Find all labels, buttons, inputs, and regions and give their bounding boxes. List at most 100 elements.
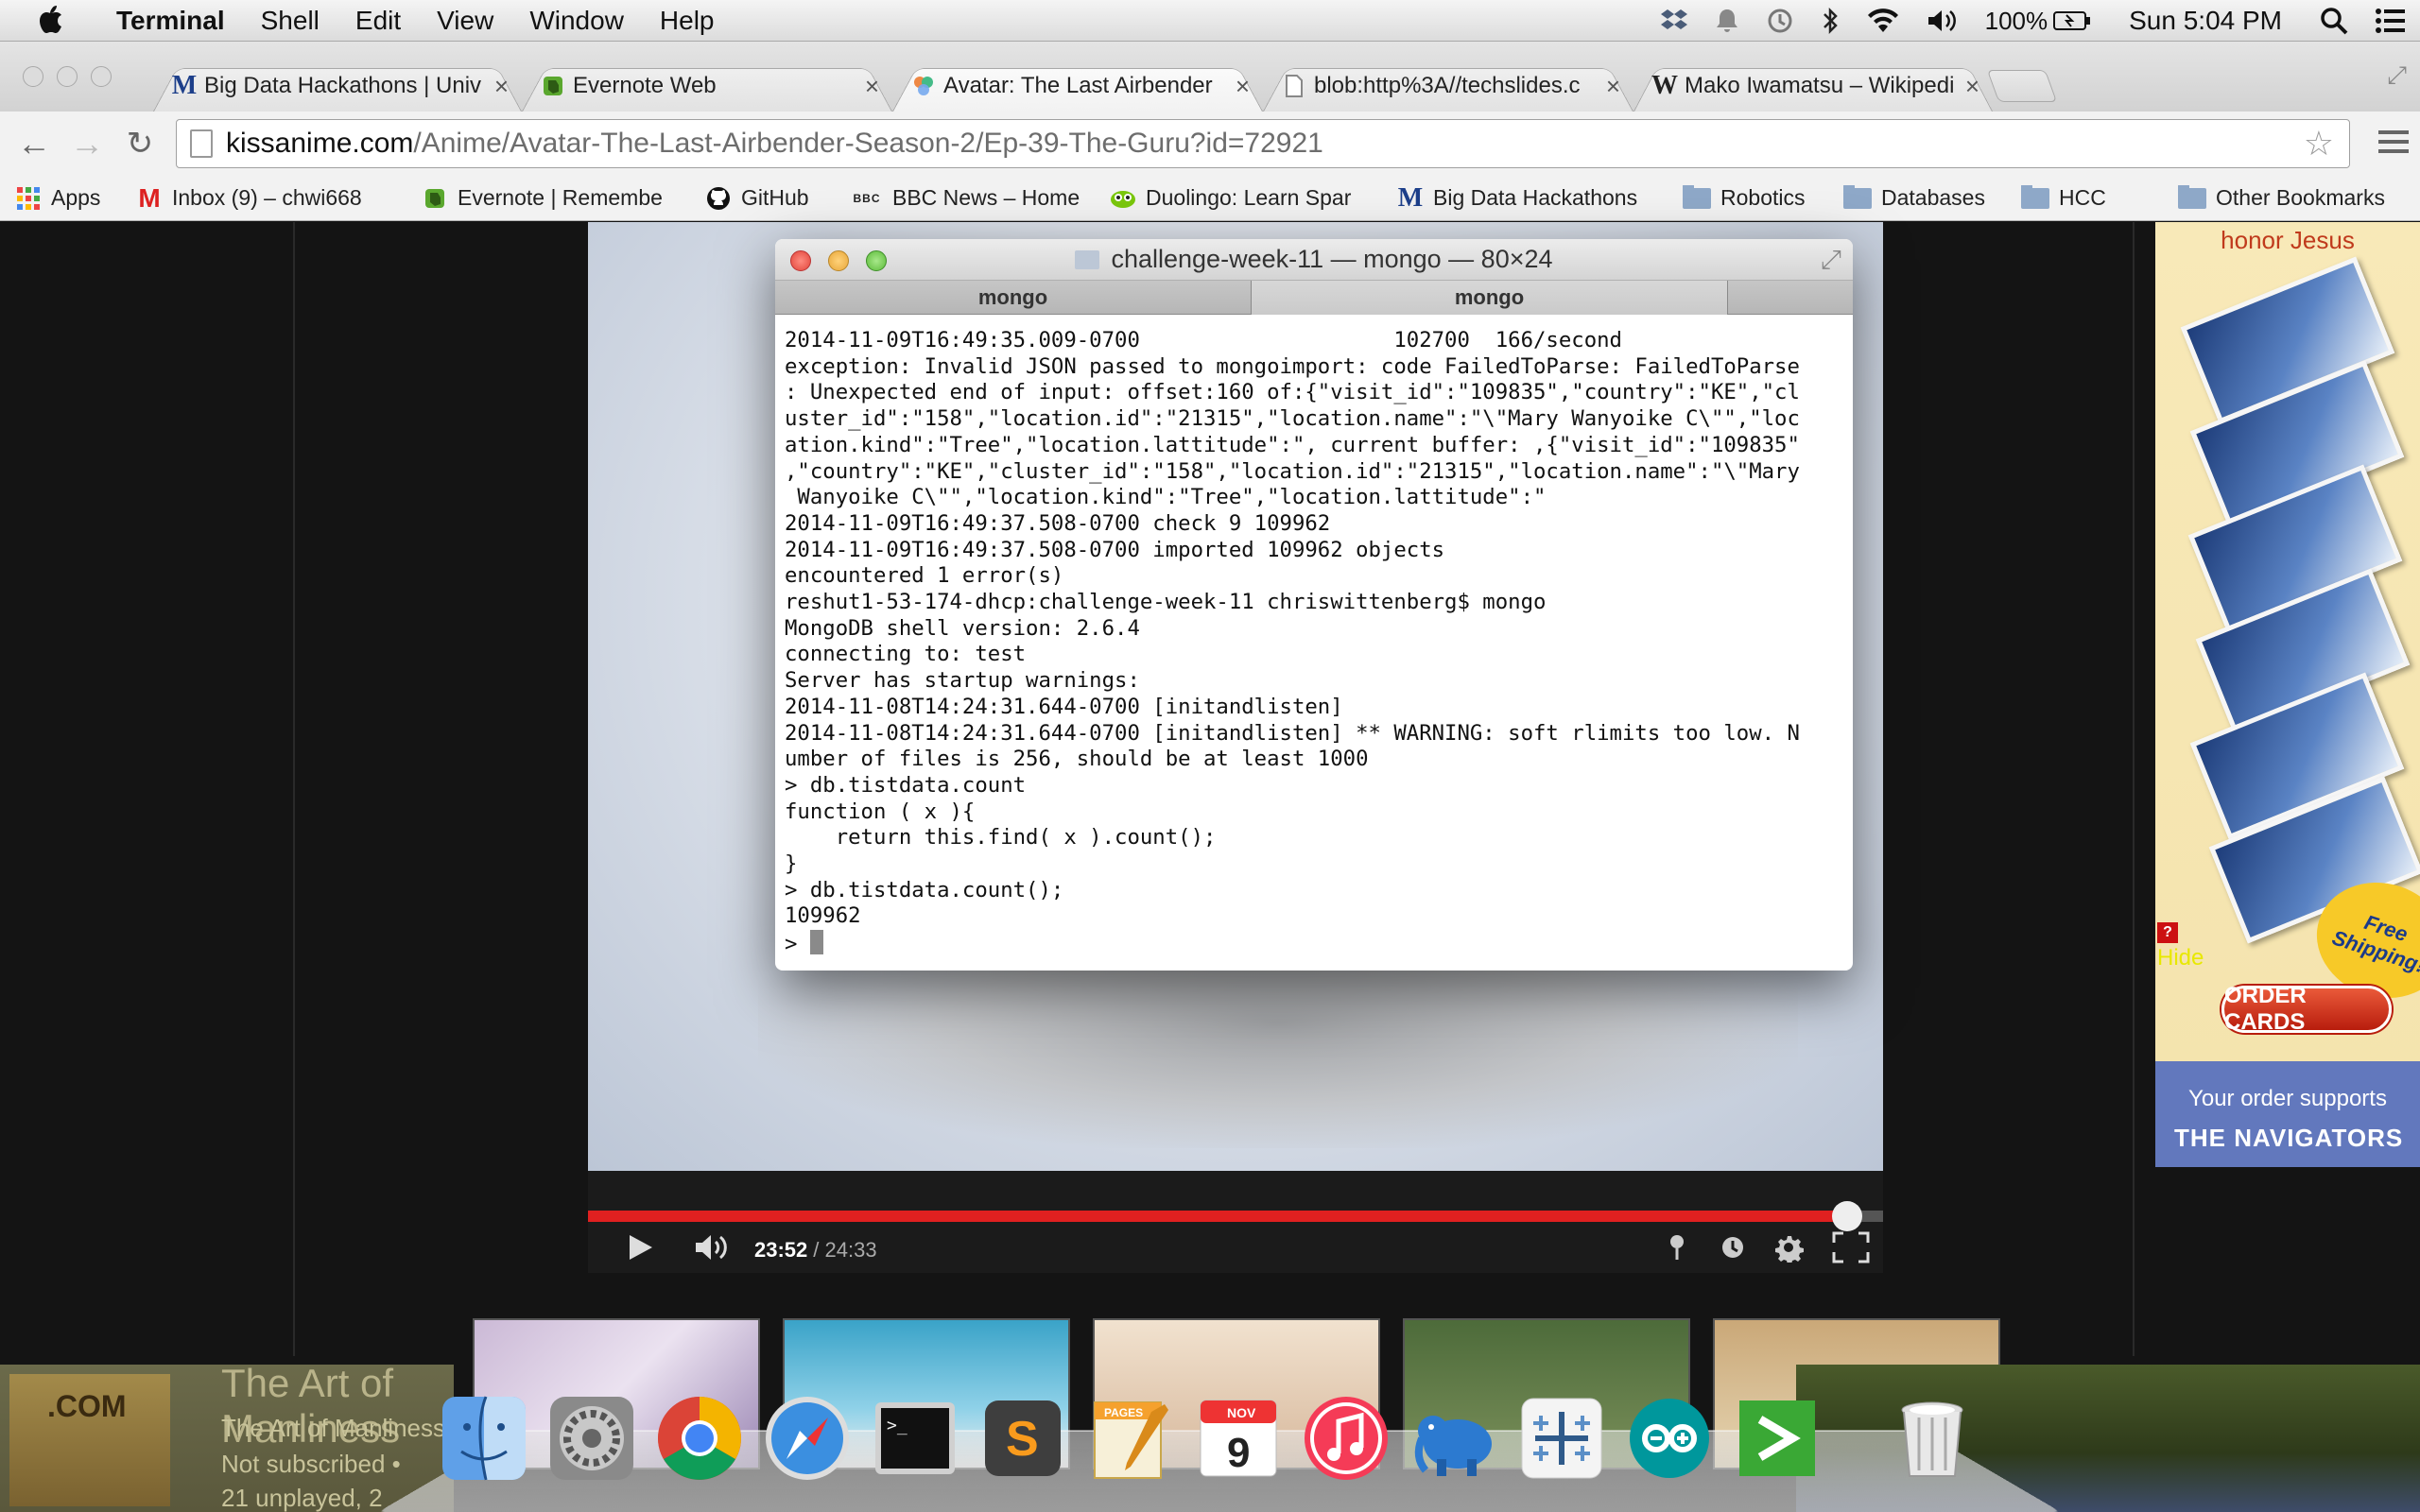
time-machine-icon[interactable] xyxy=(1766,7,1794,35)
apple-menu-icon[interactable] xyxy=(32,5,70,37)
new-tab-button[interactable] xyxy=(1986,70,2058,102)
dock-pages-icon[interactable]: PAGES xyxy=(1083,1391,1178,1486)
spotlight-search-icon[interactable] xyxy=(2320,7,2348,35)
ad-christmas-cards[interactable]: honor Jesus Free Shipping! ORDER CARDS Y… xyxy=(2155,222,2420,1167)
window-zoom-button[interactable] xyxy=(91,66,112,87)
bookmark-duolingo[interactable]: Duolingo: Learn Spar xyxy=(1110,185,1374,211)
folder-icon xyxy=(2178,185,2206,209)
bookmark-folder-robotics[interactable]: Robotics xyxy=(1683,185,1805,211)
terminal-zoom-button[interactable] xyxy=(866,250,887,271)
tab-close-icon[interactable]: × xyxy=(1965,72,1979,101)
dock-tableau-icon[interactable] xyxy=(1514,1391,1609,1486)
dropbox-icon[interactable] xyxy=(1660,8,1688,34)
dock-sequel-pro-icon[interactable] xyxy=(1407,1391,1501,1486)
tab-evernote-web[interactable]: Evernote Web × xyxy=(522,60,892,112)
menu-view[interactable]: View xyxy=(419,6,511,36)
dock-sublime-text-icon[interactable]: S xyxy=(976,1391,1070,1486)
svg-text:>_: >_ xyxy=(887,1416,908,1435)
terminal-output[interactable]: 2014-11-09T16:49:35.009-0700 102700 166/… xyxy=(785,328,1847,961)
volume-icon[interactable] xyxy=(1927,8,1959,34)
notification-center-icon[interactable] xyxy=(2375,8,2407,34)
dock-trash-icon[interactable] xyxy=(1885,1391,1979,1486)
menu-shell[interactable]: Shell xyxy=(243,6,337,36)
dock-chrome-icon[interactable] xyxy=(652,1391,747,1486)
seek-bar[interactable] xyxy=(588,1201,1883,1231)
bookmark-folder-databases[interactable]: Databases xyxy=(1843,185,1985,211)
terminal-tab-1[interactable]: mongo xyxy=(775,281,1252,315)
pages-label: PAGES xyxy=(1104,1406,1143,1419)
dock-system-preferences-icon[interactable] xyxy=(544,1391,639,1486)
tab-close-icon[interactable]: × xyxy=(1236,72,1250,101)
player-controls: 23:52 / 24:33 xyxy=(588,1171,1883,1273)
tab-mako-wikipedia[interactable]: W Mako Iwamatsu – Wikipedi × xyxy=(1634,60,1993,112)
tab-blob-techslides[interactable]: blob:http%3A//techslides.c × xyxy=(1263,60,1634,112)
terminal-window[interactable]: challenge-week-11 — mongo — 80×24 ⤢ mong… xyxy=(775,239,1853,971)
play-icon[interactable] xyxy=(626,1233,654,1267)
dock-terminal-icon[interactable]: >_ xyxy=(868,1391,962,1486)
menu-help[interactable]: Help xyxy=(642,6,733,36)
terminal-fullscreen-icon[interactable]: ⤢ xyxy=(1821,245,1841,276)
bookmark-evernote[interactable]: Evernote | Remembe xyxy=(422,185,677,211)
ad-hide-link[interactable]: Hide xyxy=(2157,945,2204,971)
bookmark-other-bookmarks[interactable]: Other Bookmarks xyxy=(2178,185,2385,211)
reload-icon[interactable]: ↻ xyxy=(121,125,159,163)
forward-arrow-icon[interactable]: → xyxy=(68,124,106,163)
tab-avatar-active[interactable]: Avatar: The Last Airbender × xyxy=(892,60,1263,112)
window-close-button[interactable] xyxy=(23,66,43,87)
fullscreen-icon[interactable] xyxy=(1832,1231,1870,1269)
ad-order-cards-button[interactable]: ORDER CARDS xyxy=(2221,983,2392,1035)
terminal-cursor xyxy=(809,930,823,955)
bookmark-star-icon[interactable]: ☆ xyxy=(2304,124,2334,163)
terminal-tab-2[interactable]: mongo xyxy=(1252,281,1728,315)
dock-itunes-icon[interactable] xyxy=(1299,1391,1393,1486)
dock-finder-icon[interactable] xyxy=(437,1391,531,1486)
dock-arduino-icon[interactable] xyxy=(1622,1391,1717,1486)
terminal-line: connecting to: test xyxy=(785,642,1027,667)
bookmark-label: GitHub xyxy=(741,185,809,210)
bluetooth-icon[interactable] xyxy=(1821,7,1840,35)
calendar-month: NOV xyxy=(1227,1405,1256,1420)
notification-bell-icon[interactable] xyxy=(1715,8,1739,34)
terminal-close-button[interactable] xyxy=(790,250,811,271)
terminal-titlebar[interactable]: challenge-week-11 — mongo — 80×24 ⤢ xyxy=(775,239,1853,281)
clock[interactable]: Sun 5:04 PM xyxy=(2129,6,2282,36)
bookmark-folder-hcc[interactable]: HCC xyxy=(2021,185,2106,211)
menu-app-name[interactable]: Terminal xyxy=(98,6,243,36)
dock-calendar-icon[interactable]: NOV 9 xyxy=(1191,1391,1286,1486)
battery-icon[interactable] xyxy=(2053,10,2091,31)
seek-handle[interactable] xyxy=(1831,1201,1862,1231)
battery-percent[interactable]: 100% xyxy=(1985,7,2048,36)
dock-codeship-icon[interactable] xyxy=(1730,1391,1824,1486)
browser-toolbar: ← → ↻ kissanime.com/Anime/Avatar-The-Las… xyxy=(0,112,2420,176)
annotation-pin-icon[interactable] xyxy=(1668,1233,1686,1267)
tab-close-icon[interactable]: × xyxy=(1606,72,1620,101)
page-info-icon[interactable] xyxy=(190,129,213,158)
menu-window[interactable]: Window xyxy=(511,6,642,36)
tab-close-icon[interactable]: × xyxy=(865,72,879,101)
terminal-prompt-line[interactable]: > xyxy=(785,930,1847,958)
dock-safari-icon[interactable] xyxy=(760,1391,855,1486)
bookmark-gmail-inbox[interactable]: M Inbox (9) – chwi668 xyxy=(136,185,391,211)
window-minimize-button[interactable] xyxy=(57,66,78,87)
terminal-minimize-button[interactable] xyxy=(828,250,849,271)
bookmark-bbc-news[interactable]: BBC BBC News – Home xyxy=(851,185,1087,211)
chrome-menu-icon[interactable] xyxy=(2378,125,2409,159)
video-cloud-graphic xyxy=(758,940,1798,1148)
volume-icon[interactable] xyxy=(694,1233,730,1267)
settings-gear-icon[interactable] xyxy=(1773,1232,1804,1268)
menu-edit[interactable]: Edit xyxy=(337,6,419,36)
bookmark-github[interactable]: GitHub xyxy=(705,185,828,211)
ad-help-badge[interactable]: ? xyxy=(2157,922,2178,943)
tab-close-icon[interactable]: × xyxy=(494,72,509,101)
watch-later-clock-icon[interactable] xyxy=(1720,1235,1745,1265)
fullscreen-icon[interactable]: ⤢ xyxy=(2387,60,2407,91)
bookmark-big-data-hackathons[interactable]: M Big Data Hackathons xyxy=(1397,185,1656,211)
bookmark-label: BBC News – Home xyxy=(892,185,1080,210)
back-arrow-icon[interactable]: ← xyxy=(15,124,53,163)
bookmark-apps[interactable]: Apps xyxy=(15,185,113,211)
url-path: /Anime/Avatar-The-Last-Airbender-Season-… xyxy=(413,128,1323,159)
tab-big-data-hackathons[interactable]: M Big Data Hackathons | Univ × xyxy=(153,60,522,112)
address-bar[interactable]: kissanime.com/Anime/Avatar-The-Last-Airb… xyxy=(176,119,2350,168)
wifi-icon[interactable] xyxy=(1866,8,1900,34)
terminal-line: > db.tistdata.count(); xyxy=(785,877,1064,902)
